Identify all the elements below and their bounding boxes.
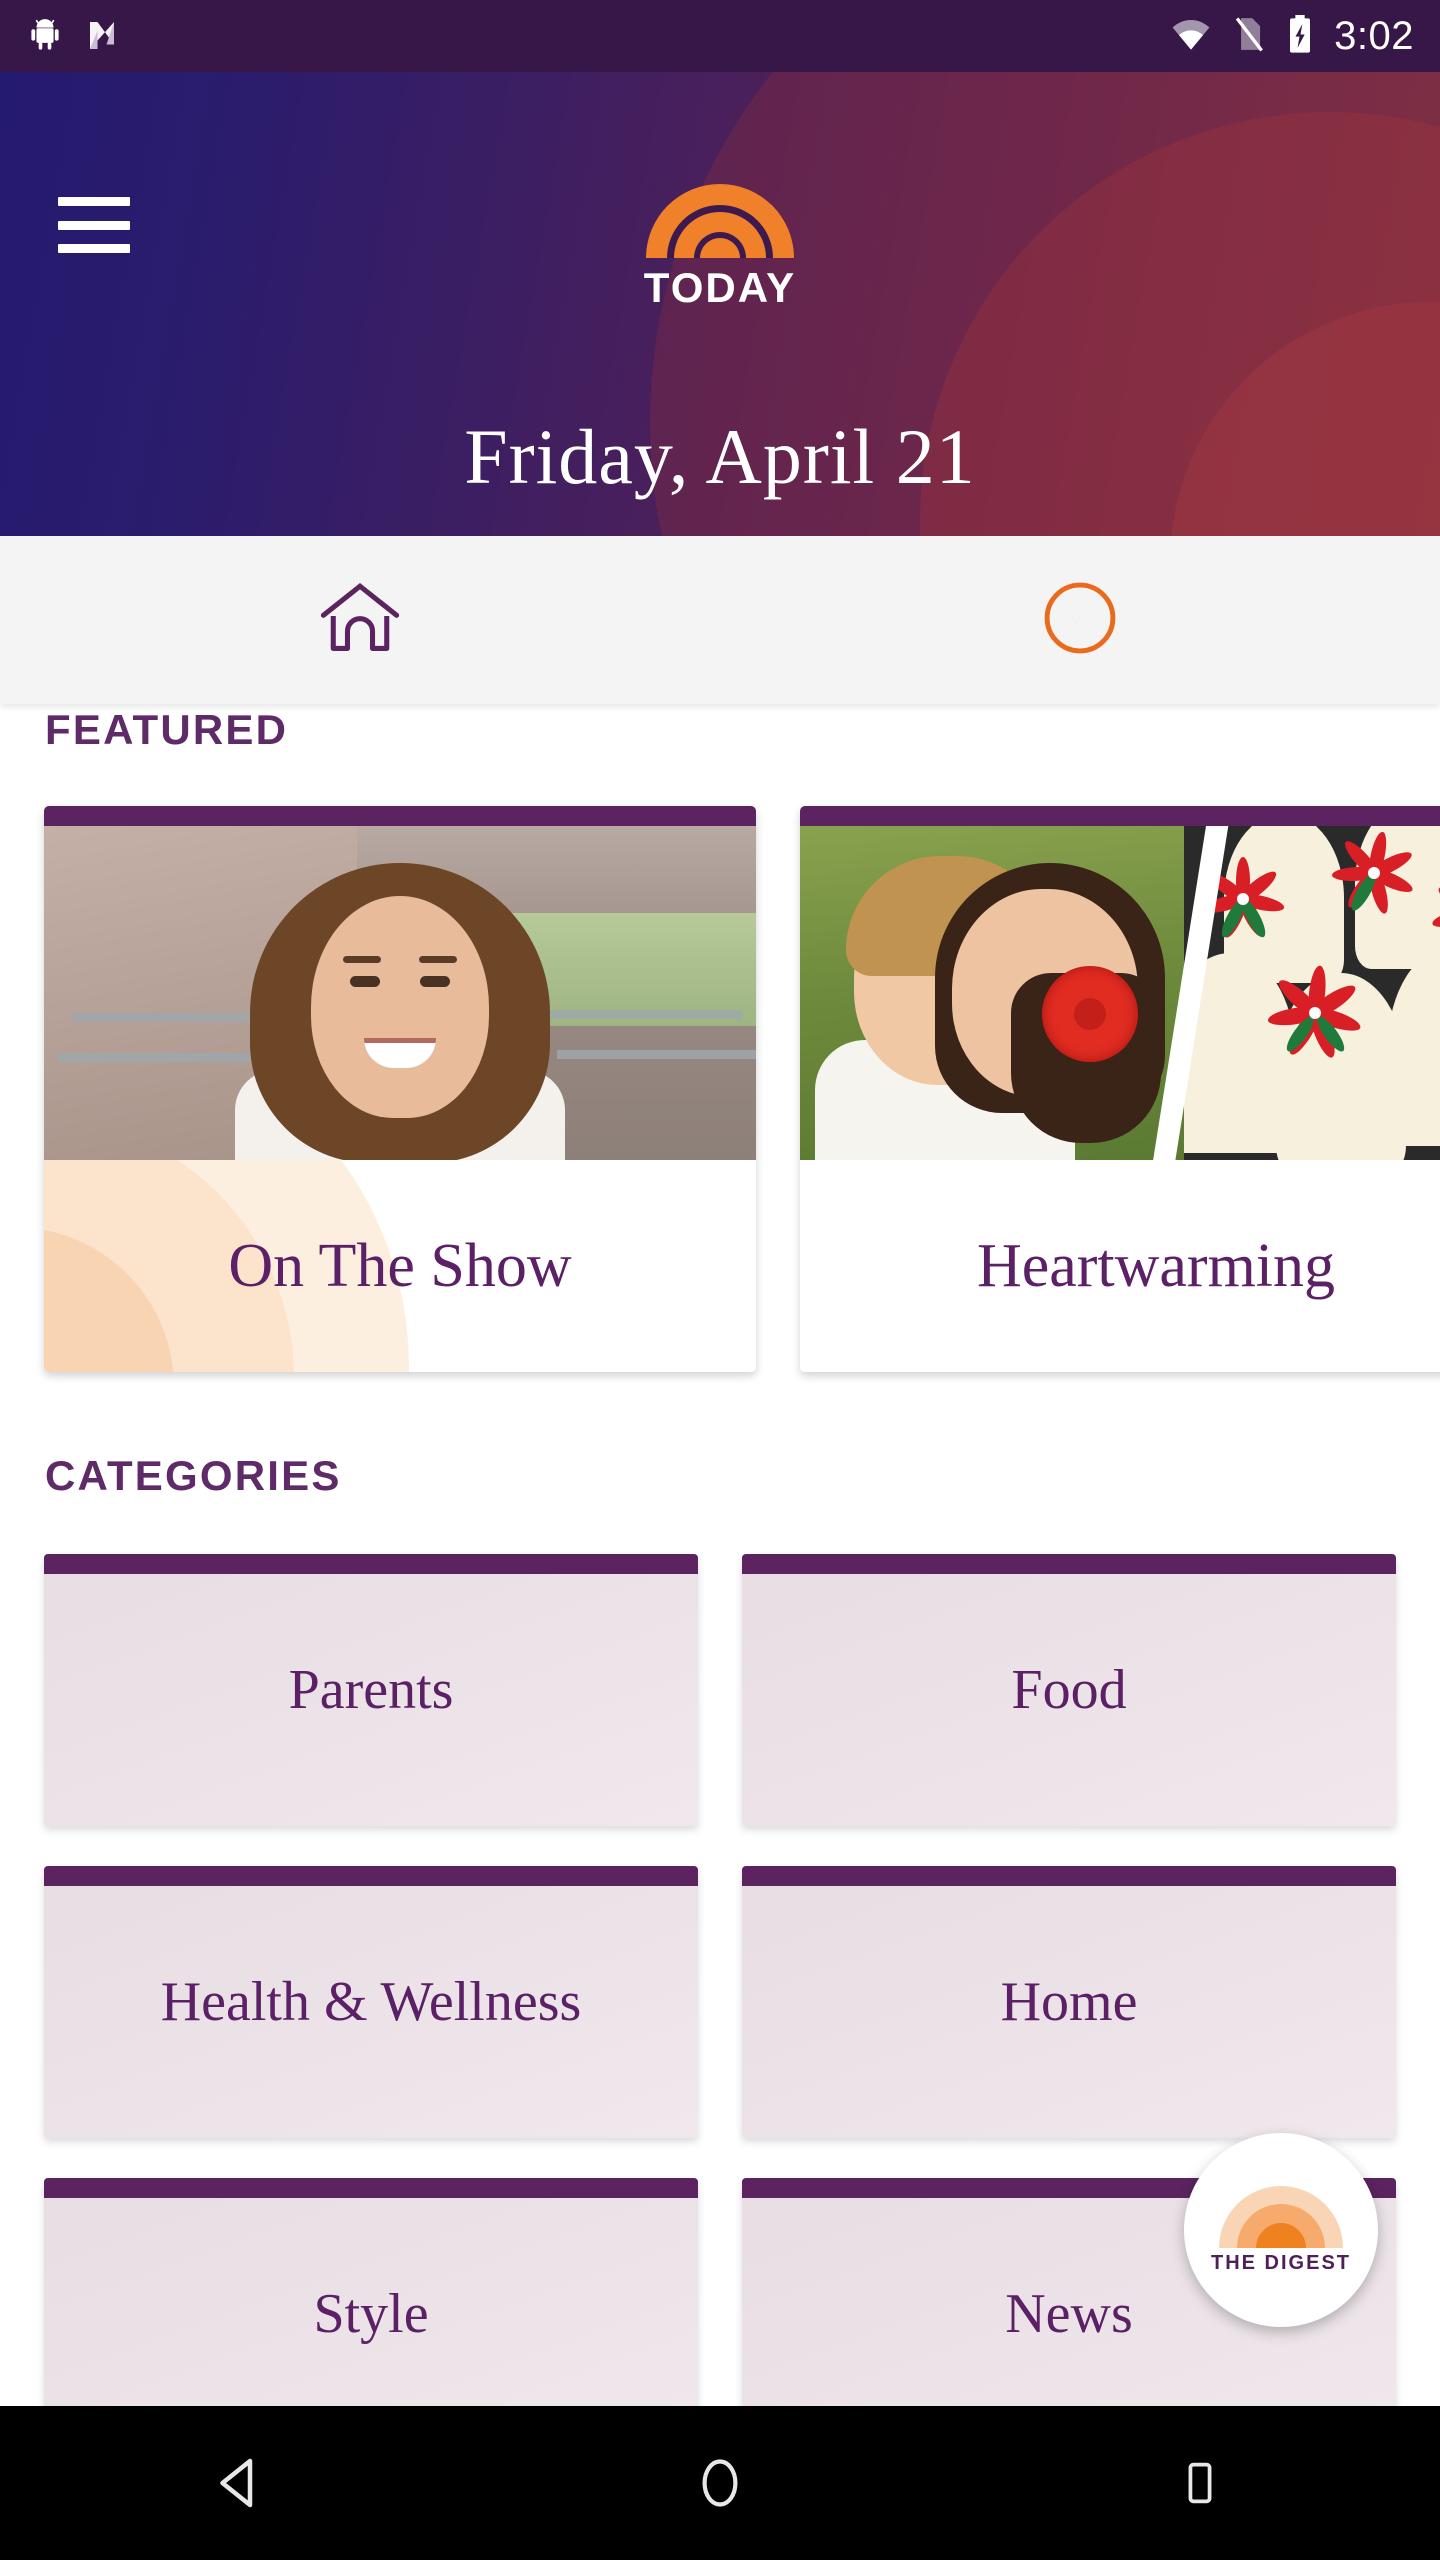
- tab-home[interactable]: [0, 536, 720, 704]
- woman-smiling-interview-photo: [44, 826, 756, 1160]
- category-label: Food: [1011, 1659, 1127, 1721]
- category-tile-parents[interactable]: Parents: [44, 1554, 698, 1826]
- featured-card-heartwarming[interactable]: Heartwarming: [800, 806, 1440, 1372]
- battery-charging-icon: [1286, 14, 1314, 59]
- status-bar-left-icons: [26, 15, 120, 58]
- featured-card-title: On The Show: [228, 1231, 572, 1300]
- status-bar-clock: 3:02: [1334, 14, 1414, 58]
- tile-accent-bar: [44, 2178, 698, 2198]
- back-triangle-icon[interactable]: [160, 2406, 320, 2560]
- recents-square-icon[interactable]: [1120, 2406, 1280, 2560]
- home-circle-icon[interactable]: [640, 2406, 800, 2560]
- today-sun-arch-icon: [646, 182, 794, 258]
- category-label: Parents: [288, 1659, 454, 1721]
- hamburger-line-2: [58, 220, 130, 230]
- the-digest-label: THE DIGEST: [1210, 2251, 1351, 2274]
- status-bar: 3:02: [0, 0, 1440, 72]
- featured-section-title: FEATURED: [45, 706, 289, 753]
- category-label: Style: [313, 2283, 429, 2345]
- page-title: Friday, April 21: [464, 413, 976, 500]
- tab-discover[interactable]: [720, 536, 1440, 704]
- wifi-icon: [1170, 17, 1212, 56]
- card-accent-bar: [44, 806, 756, 826]
- card-caption: On The Show: [44, 1160, 756, 1372]
- card-accent-bar: [800, 806, 1440, 826]
- the-digest-floating-button[interactable]: THE DIGEST: [1184, 2133, 1378, 2327]
- category-tile-health-wellness[interactable]: Health & Wellness: [44, 1866, 698, 2138]
- status-bar-right-icons: 3:02: [1170, 14, 1414, 59]
- featured-card-on-the-show[interactable]: On The Show: [44, 806, 756, 1372]
- tile-accent-bar: [742, 1866, 1396, 1886]
- today-sun-arch-icon: [1219, 2185, 1343, 2248]
- category-label: Health & Wellness: [160, 1971, 582, 2033]
- app-header: TODAY Friday, April 21: [0, 72, 1440, 536]
- category-label: Home: [1000, 1971, 1138, 2033]
- boy-kissing-woman-and-poinsettia-cupcakes-photo: [800, 826, 1440, 1160]
- today-wordmark: TODAY: [643, 264, 797, 311]
- category-tile-style[interactable]: Style: [44, 2178, 698, 2406]
- no-sim-icon: [1232, 15, 1266, 58]
- category-tile-food[interactable]: Food: [742, 1554, 1396, 1826]
- hamburger-line-3: [58, 244, 130, 253]
- home-icon: [316, 576, 404, 665]
- category-tile-home[interactable]: Home: [742, 1866, 1396, 2138]
- featured-card-row[interactable]: On The Show Heartwarming: [0, 806, 1440, 1372]
- tab-bar: [0, 536, 1440, 704]
- tile-accent-bar: [44, 1866, 698, 1886]
- today-logo[interactable]: TODAY: [620, 182, 820, 312]
- tile-accent-bar: [44, 1554, 698, 1574]
- category-label: News: [1005, 2283, 1133, 2345]
- android-robot-icon: [26, 15, 64, 58]
- app-screen: 3:02 TODAY Friday, April 21 FEATURED On …: [0, 0, 1440, 2560]
- nougat-n-icon: [84, 15, 120, 58]
- card-caption: Heartwarming: [800, 1160, 1440, 1372]
- featured-card-title: Heartwarming: [976, 1231, 1336, 1300]
- android-navigation-bar: [0, 2406, 1440, 2560]
- hamburger-line-1: [58, 197, 130, 206]
- tile-accent-bar: [742, 1554, 1396, 1574]
- hamburger-menu-icon[interactable]: [58, 197, 130, 253]
- categories-section-title: CATEGORIES: [45, 1452, 342, 1499]
- compass-icon: [1038, 576, 1122, 665]
